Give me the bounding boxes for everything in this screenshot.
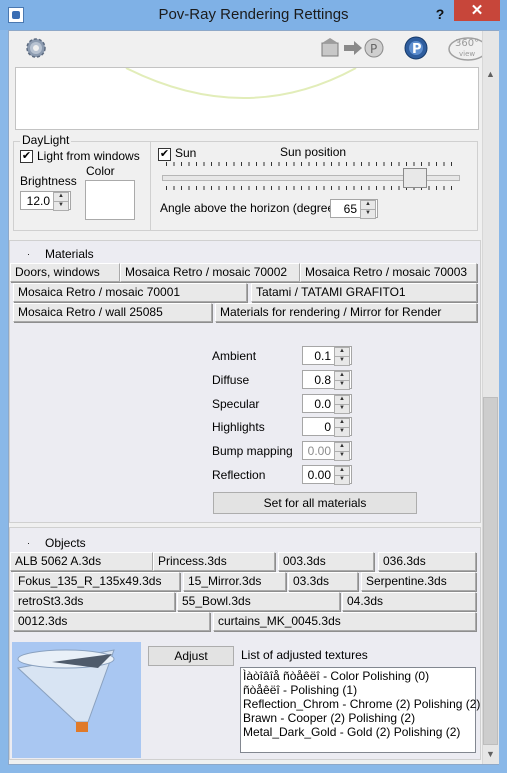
sun-position-label: Sun position [280,145,347,159]
material-cell[interactable]: Mosaica Retro / wall 25085 [13,303,212,322]
list-item[interactable]: ñòåêëî - Polishing (1) [243,683,473,697]
ambient-spinner[interactable]: 0.1 ▲ ▼ [302,346,352,366]
angle-label: Angle above the horizon (degrees) [160,201,345,215]
spin-down-arrow-icon[interactable]: ▼ [334,451,350,461]
spin-down-arrow-icon[interactable]: ▼ [334,404,350,414]
angle-value: 65 [343,202,357,216]
brightness-label: Brightness [20,174,77,188]
svg-text:360°: 360° [455,38,479,49]
material-cell[interactable]: Mosaica Retro / mosaic 70001 [13,283,247,302]
specular-label: Specular [212,397,260,411]
help-button[interactable]: ? [430,4,450,24]
object-cell[interactable]: 03.3ds [288,572,358,591]
material-cell[interactable]: Doors, windows [10,263,120,282]
object-cell[interactable]: retroSt3.3ds [13,592,175,611]
spin-down-arrow-icon[interactable]: ▼ [334,356,350,366]
svg-text:P: P [370,42,377,56]
object-cell[interactable]: 55_Bowl.3ds [177,592,340,611]
material-cell[interactable]: Tatami / TATAMI GRAFITO1 [251,283,477,302]
object-cell[interactable]: ALB 5062 A.3ds [10,552,153,571]
light-from-windows-label: Light from windows [37,149,140,163]
slider-ticks-top [166,162,456,166]
bump-mapping-value: 0.00 [307,444,331,458]
material-cell[interactable]: Materials for rendering / Mirror for Ren… [215,303,477,322]
textures-label: List of adjusted textures [241,648,368,662]
object-cell[interactable]: 036.3ds [378,552,476,571]
object-cell[interactable]: curtains_MK_0045.3ds [213,612,476,631]
brightness-value: 12.0 [26,194,50,208]
material-cell[interactable]: Mosaica Retro / mosaic 70003 [300,263,477,282]
svg-text:P: P [412,42,422,57]
slider-thumb[interactable] [403,168,427,188]
object-cell[interactable]: 003.3ds [278,552,374,571]
ambient-value: 0.1 [314,349,331,363]
object-cell[interactable]: 0012.3ds [13,612,210,631]
object-cell[interactable]: 04.3ds [342,592,476,611]
spin-down-arrow-icon[interactable]: ▼ [334,427,350,437]
list-item[interactable]: Ìàòîâîå ñòåêëî - Color Polishing (0) [243,669,473,683]
ambient-label: Ambient [212,349,257,363]
close-button[interactable]: ✕ [454,0,500,21]
color-swatch[interactable] [85,180,135,220]
scrollbar-thumb[interactable] [483,397,498,745]
reflection-label: Reflection [212,468,266,482]
reflection-spinner[interactable]: 0.00 ▲ ▼ [302,465,352,485]
export-to-povray-icon[interactable]: P [320,37,386,59]
render-preview [15,67,479,130]
daylight-divider [150,142,151,230]
objects-header: Objects [45,536,86,550]
materials-header: Materials [45,247,94,261]
list-item[interactable]: Reflection_Chrom - Chrome (2) Polishing … [243,697,480,711]
list-item[interactable]: Brawn - Cooper (2) Polishing (2) [243,711,473,725]
object-cell[interactable]: 15_Mirror.3ds [183,572,286,591]
diffuse-value: 0.8 [314,373,331,387]
scroll-up-arrow[interactable]: ▲ [482,66,499,83]
object-preview [12,642,141,758]
spin-down-arrow-icon[interactable]: ▼ [334,475,350,485]
bump-mapping-spinner[interactable]: 0.00 ▲ ▼ [302,441,352,461]
highlights-label: Highlights [212,420,265,434]
light-from-windows-checkbox[interactable]: ✔ [20,150,33,163]
sun-label: Sun [175,146,197,160]
set-for-all-materials-button[interactable]: Set for all materials [213,492,417,514]
material-cell[interactable]: Mosaica Retro / mosaic 70002 [120,263,300,282]
sun-checkbox[interactable]: ✔ [158,148,171,161]
sun-position-slider[interactable] [162,162,462,192]
specular-value: 0.0 [314,397,331,411]
daylight-group-label: DayLight [20,133,72,148]
spin-down-arrow-icon[interactable]: ▼ [334,380,350,390]
svg-text:view: view [459,50,475,58]
diffuse-label: Diffuse [212,373,250,387]
brightness-spinner[interactable]: 12.0 ▲ ▼ [20,191,71,211]
spin-down-arrow-icon[interactable]: ▼ [360,209,376,219]
scroll-down-arrow[interactable]: ▼ [482,746,499,763]
settings-gear-icon[interactable] [24,36,48,60]
list-item[interactable]: Metal_Dark_Gold - Gold (2) Polishing (2) [243,725,473,739]
object-cell[interactable]: Serpentine.3ds [361,572,476,591]
highlights-spinner[interactable]: 0 ▲ ▼ [302,417,352,437]
lamp-shade-icon [16,649,115,732]
reflection-value: 0.00 [307,468,331,482]
diffuse-spinner[interactable]: 0.8 ▲ ▼ [302,370,352,390]
materials-bullet: · [27,249,30,259]
color-label: Color [86,164,115,178]
highlights-value: 0 [324,420,331,434]
povray-render-icon[interactable]: P [403,35,429,61]
specular-spinner[interactable]: 0.0 ▲ ▼ [302,394,352,414]
spin-down-arrow-icon[interactable]: ▼ [53,201,69,211]
object-cell[interactable]: Princess.3ds [153,552,275,571]
objects-bullet: · [27,538,30,548]
adjusted-textures-list[interactable]: Ìàòîâîå ñòåêëî - Color Polishing (0) ñòå… [240,667,480,753]
adjust-button[interactable]: Adjust [148,646,234,666]
object-cell[interactable]: Fokus_135_R_135x49.3ds [13,572,180,591]
angle-spinner[interactable]: 65 ▲ ▼ [330,199,378,219]
bump-mapping-label: Bump mapping [212,444,293,458]
preview-arc [125,67,357,99]
